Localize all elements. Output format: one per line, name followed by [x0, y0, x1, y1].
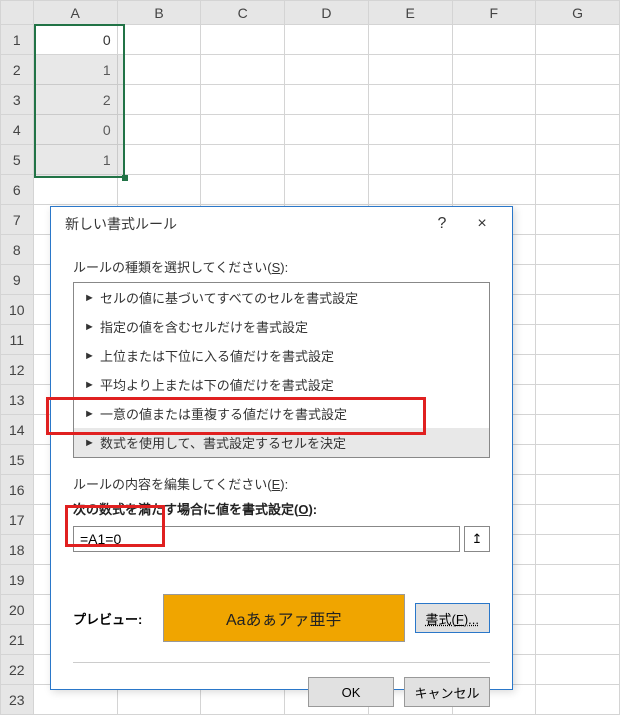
new-format-rule-dialog: 新しい書式ルール ? × ルールの種類を選択してください(S): ►セルの値に基…	[50, 206, 513, 690]
cell[interactable]: 0	[33, 25, 117, 55]
row-header[interactable]: 18	[1, 535, 34, 565]
dialog-titlebar[interactable]: 新しい書式ルール ? ×	[51, 207, 512, 241]
row-header[interactable]: 16	[1, 475, 34, 505]
col-header-B[interactable]: B	[117, 1, 201, 25]
cell[interactable]: 2	[33, 85, 117, 115]
formula-condition-label: 次の数式を満たす場合に値を書式設定(O):	[73, 499, 490, 518]
select-all-corner[interactable]	[1, 1, 34, 25]
arrow-icon: ►	[84, 292, 94, 304]
arrow-icon: ►	[84, 379, 94, 391]
row-header[interactable]: 23	[1, 685, 34, 715]
row-header[interactable]: 22	[1, 655, 34, 685]
row-header[interactable]: 14	[1, 415, 34, 445]
col-header-C[interactable]: C	[201, 1, 285, 25]
collapse-dialog-button[interactable]: ↥	[464, 526, 490, 552]
arrow-icon: ►	[84, 437, 94, 449]
formula-input[interactable]	[73, 526, 460, 552]
collapse-icon: ↥	[472, 531, 483, 547]
rule-type-item[interactable]: ►セルの値に基づいてすべてのセルを書式設定	[74, 283, 489, 312]
ok-button[interactable]: OK	[308, 677, 394, 707]
row-header[interactable]: 21	[1, 625, 34, 655]
row-header[interactable]: 8	[1, 235, 34, 265]
col-header-E[interactable]: E	[368, 1, 452, 25]
row-header[interactable]: 20	[1, 595, 34, 625]
preview-sample: Aaあぁアァ亜宇	[163, 594, 405, 642]
row-header[interactable]: 1	[1, 25, 34, 55]
help-button[interactable]: ?	[422, 209, 462, 239]
preview-label: プレビュー:	[73, 609, 153, 628]
rule-type-item[interactable]: ►一意の値または重複する値だけを書式設定	[74, 399, 489, 428]
cell[interactable]: 0	[33, 115, 117, 145]
cell[interactable]: 1	[33, 145, 117, 175]
rule-type-list[interactable]: ►セルの値に基づいてすべてのセルを書式設定 ►指定の値を含むセルだけを書式設定 …	[73, 282, 490, 458]
row-header[interactable]: 13	[1, 385, 34, 415]
row-header[interactable]: 12	[1, 355, 34, 385]
row-header[interactable]: 6	[1, 175, 34, 205]
rule-type-item-selected[interactable]: ►数式を使用して、書式設定するセルを決定	[74, 428, 489, 457]
row-header[interactable]: 3	[1, 85, 34, 115]
arrow-icon: ►	[84, 321, 94, 333]
row-header[interactable]: 7	[1, 205, 34, 235]
arrow-icon: ►	[84, 350, 94, 362]
help-icon: ?	[438, 215, 447, 233]
row-header[interactable]: 17	[1, 505, 34, 535]
col-header-A[interactable]: A	[33, 1, 117, 25]
edit-rule-label: ルールの内容を編集してください(E):	[73, 474, 490, 493]
close-icon: ×	[477, 215, 486, 233]
arrow-icon: ►	[84, 408, 94, 420]
col-header-G[interactable]: G	[536, 1, 620, 25]
cell[interactable]: 1	[33, 55, 117, 85]
row-header[interactable]: 4	[1, 115, 34, 145]
dialog-title: 新しい書式ルール	[65, 214, 422, 234]
row-header[interactable]: 10	[1, 295, 34, 325]
rule-type-item[interactable]: ►平均より上または下の値だけを書式設定	[74, 370, 489, 399]
close-button[interactable]: ×	[462, 209, 502, 239]
row-header[interactable]: 2	[1, 55, 34, 85]
row-header[interactable]: 11	[1, 325, 34, 355]
rule-type-item[interactable]: ►指定の値を含むセルだけを書式設定	[74, 312, 489, 341]
cancel-button[interactable]: キャンセル	[404, 677, 490, 707]
rule-type-item[interactable]: ►上位または下位に入る値だけを書式設定	[74, 341, 489, 370]
row-header[interactable]: 5	[1, 145, 34, 175]
select-rule-type-label: ルールの種類を選択してください(S):	[73, 257, 490, 276]
format-button[interactable]: 書式(F)...	[415, 603, 490, 633]
row-header[interactable]: 15	[1, 445, 34, 475]
row-header[interactable]: 19	[1, 565, 34, 595]
col-header-F[interactable]: F	[452, 1, 536, 25]
col-header-D[interactable]: D	[285, 1, 369, 25]
row-header[interactable]: 9	[1, 265, 34, 295]
